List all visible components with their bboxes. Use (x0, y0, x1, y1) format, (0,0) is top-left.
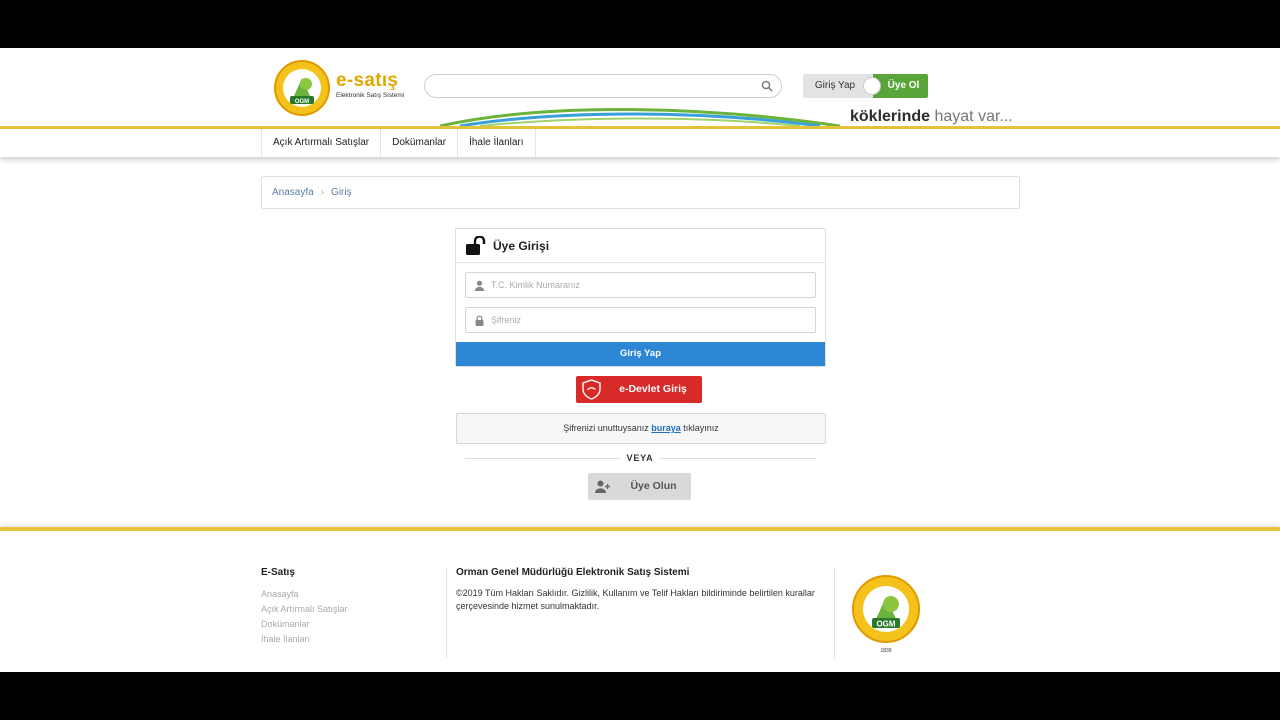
footer-col2-title: Orman Genel Müdürlüğü Elektronik Satış S… (456, 567, 690, 578)
header-slogan: köklerinde hayat var... (850, 108, 1013, 126)
footer-link-acik-artirmali-satislar[interactable]: Açık Artırmalı Satışlar (261, 602, 441, 617)
main-nav: Açık Artırmalı Satışlar Dokümanlar İhale… (0, 129, 1280, 157)
breadcrumb-current-link[interactable]: Giriş (331, 187, 352, 198)
footer-link-anasayfa[interactable]: Anasayfa (261, 587, 441, 602)
forgot-password-box: Şifrenizi unuttuysanız buraya tıklayınız (456, 413, 826, 444)
slogan-bold: köklerinde (850, 108, 931, 125)
page: OGM e-satış Elektronik Satış Sistemi Gir… (0, 48, 1280, 672)
nav-item-acik-artirmali-satislar[interactable]: Açık Artırmalı Satışlar (262, 129, 382, 157)
chevron-right-icon: › (320, 187, 325, 198)
edevlet-label: e-Devlet Giriş (619, 383, 687, 395)
footer-link-dokumanlar[interactable]: Dokümanlar (261, 617, 441, 632)
footer-link-ihale-ilanlari[interactable]: İhale İlanları (261, 632, 441, 647)
tc-field[interactable] (465, 272, 816, 298)
logo-subtitle: Elektronik Satış Sistemi (336, 92, 405, 99)
footer-col1-title: E-Satış (261, 567, 295, 578)
header: OGM e-satış Elektronik Satış Sistemi Gir… (0, 48, 1280, 129)
nav-item-ihale-ilanlari[interactable]: İhale İlanları (458, 129, 536, 157)
footer-logo-badge: OGM (876, 620, 895, 629)
forgot-password-link[interactable]: buraya (651, 423, 681, 433)
login-card-header: Üye Girişi (456, 229, 825, 263)
signup-button[interactable]: Üye Olun (588, 473, 691, 500)
auth-toggle[interactable]: Giriş Yap Üye Ol (803, 74, 928, 98)
footer-separator (446, 568, 447, 658)
login-title: Üye Girişi (493, 238, 550, 253)
search-input[interactable] (424, 74, 782, 98)
footer-links-column: E-Satış Anasayfa Açık Artırmalı Satışlar… (261, 567, 441, 647)
slogan-light: hayat var... (934, 108, 1013, 125)
user-icon (474, 280, 485, 291)
or-label: VEYA (620, 452, 660, 464)
ogm-emblem-icon: OGM (274, 60, 330, 116)
footer-logo-year: 1839 (880, 648, 891, 654)
breadcrumb-home-link[interactable]: Anasayfa (272, 187, 314, 198)
footer-separator (834, 568, 835, 658)
logo-name: e-satış (336, 70, 399, 91)
ogm-logo[interactable]: OGM e-satış Elektronik Satış Sistemi (272, 56, 404, 122)
toggle-knob[interactable] (863, 77, 881, 95)
search-icon[interactable] (761, 80, 773, 92)
login-card: Üye Girişi Giriş Yap (455, 228, 826, 367)
forgot-suffix: tıklayınız (683, 423, 719, 433)
lock-icon (475, 315, 484, 326)
unlock-icon (466, 235, 486, 255)
password-input[interactable] (491, 308, 811, 332)
password-field[interactable] (465, 307, 816, 333)
tc-input[interactable] (491, 273, 811, 297)
footer-info-column: Orman Genel Müdürlüğü Elektronik Satış S… (456, 567, 816, 613)
logo-badge-text: OGM (295, 99, 309, 105)
footer: E-Satış Anasayfa Açık Artırmalı Satışlar… (0, 531, 1280, 672)
login-submit-button[interactable]: Giriş Yap (456, 342, 825, 366)
header-register-button[interactable]: Üye Ol (873, 74, 928, 98)
edevlet-shield-icon (582, 379, 601, 400)
signup-label: Üye Olun (630, 480, 677, 492)
footer-copyright: ©2019 Tüm Hakları Saklıdır. Gizlilik, Ku… (456, 588, 815, 611)
user-plus-icon (595, 480, 610, 493)
edevlet-login-button[interactable]: e-Devlet Giriş (576, 376, 702, 403)
ogm-footer-logo-icon: OGM 1839 (852, 575, 920, 654)
nav-item-dokumanlar[interactable]: Dokümanlar (381, 129, 459, 157)
forgot-prefix: Şifrenizi unuttuysanız (563, 423, 649, 433)
header-waves-decoration (440, 108, 840, 126)
breadcrumb: Anasayfa › Giriş (261, 176, 1020, 209)
